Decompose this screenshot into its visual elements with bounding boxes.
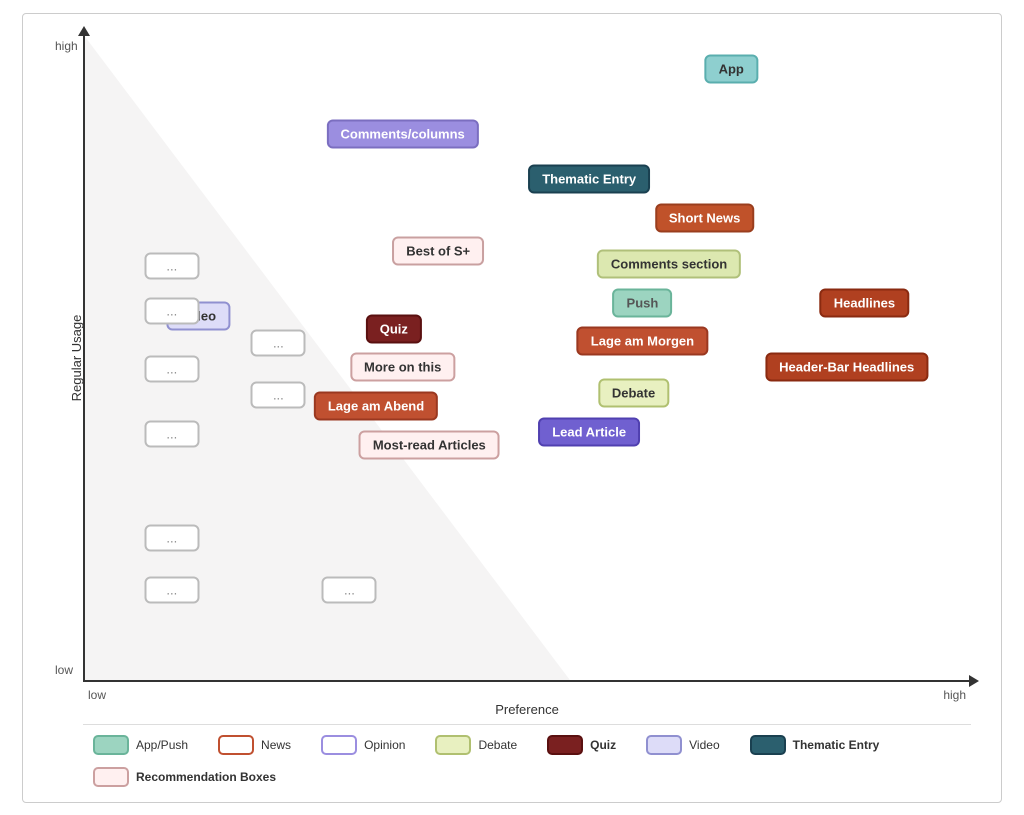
legend-item-video-leg: Video [646,735,719,755]
chart-item-dots8: ... [144,576,199,603]
legend-label-quiz-leg: Quiz [590,738,616,752]
legend-label-thematic-leg: Thematic Entry [793,738,880,752]
legend-item-thematic-leg: Thematic Entry [750,735,880,755]
legend-item-news: News [218,735,291,755]
chart-item-push: Push [613,288,673,317]
legend-label-news: News [261,738,291,752]
chart-item-app: App [705,55,758,84]
chart-item-dots3: ... [251,330,306,357]
chart-item-dots1: ... [144,252,199,279]
chart-item-thematic-entry: Thematic Entry [528,165,650,194]
chart-item-dots7: ... [144,524,199,551]
x-axis-high: high [943,688,966,702]
legend-item-quiz-leg: Quiz [547,735,616,755]
chart-item-debate: Debate [598,379,669,408]
legend-label-video-leg: Video [689,738,719,752]
chart-item-best-of-s: Best of S+ [392,236,484,265]
legend-item-opinion: Opinion [321,735,405,755]
legend: App/Push News Opinion Debate Quiz Video Themat… [83,724,971,787]
chart-item-lead-article: Lead Article [538,418,640,447]
chart-item-header-bar-headlines: Header-Bar Headlines [765,353,928,382]
legend-label-debate-leg: Debate [478,738,517,752]
chart-item-dots9: ... [322,576,377,603]
chart-item-dots5: ... [251,382,306,409]
chart-item-comments-section: Comments section [597,249,741,278]
y-axis-low: low [55,663,73,677]
chart-item-lage-am-morgen: Lage am Morgen [577,327,708,356]
legend-label-app-push: App/Push [136,738,188,752]
chart-item-quiz: Quiz [366,314,422,343]
chart-item-dots4: ... [144,356,199,383]
chart-item-dots6: ... [144,421,199,448]
legend-label-opinion: Opinion [364,738,405,752]
legend-item-app-push: App/Push [93,735,188,755]
legend-label-recommendation: Recommendation Boxes [136,770,276,784]
chart-item-short-news: Short News [655,204,755,233]
chart-container: Regular Usage Preference high low low hi… [22,13,1002,803]
chart-item-comments-columns: Comments/columns [327,120,479,149]
x-axis-label: Preference [495,702,559,717]
x-axis-low: low [88,688,106,702]
chart-item-dots2: ... [144,298,199,325]
x-axis [83,680,971,682]
legend-item-debate-leg: Debate [435,735,517,755]
chart-item-headlines: Headlines [820,288,909,317]
legend-item-recommendation: Recommendation Boxes [93,767,276,787]
chart-item-most-read-articles: Most-read Articles [359,431,500,460]
y-axis-label: Regular Usage [69,314,84,401]
chart-item-lage-am-abend: Lage am Abend [314,392,438,421]
y-axis-high: high [55,39,78,53]
chart-item-more-on-this: More on this [350,353,455,382]
chart-area: Regular Usage Preference high low low hi… [83,34,971,682]
